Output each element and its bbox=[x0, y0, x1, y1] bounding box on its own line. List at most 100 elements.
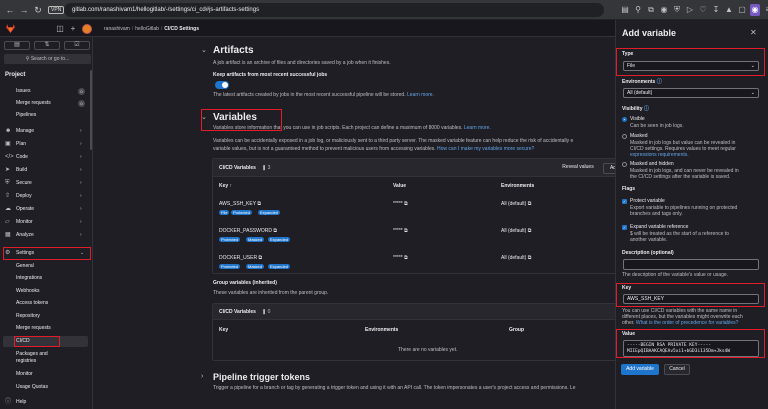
gitlab-logo-icon[interactable] bbox=[5, 23, 16, 34]
sidebar-item-ci-cd[interactable]: CI/CD bbox=[3, 336, 88, 347]
search-input[interactable]: ⚲ Search or go to... bbox=[4, 54, 91, 64]
type-select[interactable]: File ⌄ bbox=[623, 61, 759, 71]
sidebar-item-label: Webhooks bbox=[16, 288, 40, 294]
rocket-icon: ➤ bbox=[5, 167, 11, 173]
copy-icon[interactable]: ⧉ bbox=[258, 255, 262, 261]
variable-key-text: DOCKER_PASSWORD bbox=[219, 228, 272, 234]
help-icon[interactable]: ⓘ bbox=[644, 106, 649, 112]
collapse-artifacts-icon[interactable]: ⌄ bbox=[201, 46, 207, 54]
precedence-link[interactable]: What is the order of precedence for vari… bbox=[636, 320, 739, 326]
copy-icon[interactable]: ⧉ bbox=[528, 228, 532, 234]
issues-shortcut-button[interactable]: ▤ bbox=[4, 41, 30, 50]
reveal-values-button[interactable]: Reveal values bbox=[557, 163, 599, 174]
sidebar-item-pipelines[interactable]: Pipelines bbox=[0, 110, 90, 121]
heart-icon[interactable]: ♡ bbox=[698, 4, 708, 16]
copy-icon[interactable]: ⧉ bbox=[528, 201, 532, 207]
copy-icon[interactable]: ⧉ bbox=[404, 255, 408, 261]
breadcrumb-user[interactable]: ranashivam bbox=[104, 26, 130, 32]
sidebar-item-settings[interactable]: ⚙ Settings ⌄ bbox=[0, 248, 90, 259]
keep-artifacts-toggle[interactable] bbox=[215, 81, 229, 89]
sidebar-item-plan[interactable]: ▣ Plan › bbox=[0, 139, 90, 150]
sidebar-item-general[interactable]: General bbox=[0, 261, 90, 272]
cancel-button[interactable]: Cancel bbox=[664, 364, 690, 375]
sidebar-item-access-tokens[interactable]: Access tokens bbox=[0, 298, 90, 309]
sidebar-item-deploy[interactable]: ⇧ Deploy › bbox=[0, 191, 90, 202]
menu-icon[interactable]: ≡ bbox=[763, 4, 768, 16]
submit-add-variable-button[interactable]: Add variable bbox=[621, 364, 659, 375]
masked-radio[interactable] bbox=[622, 134, 627, 139]
merge-requests-shortcut-button[interactable]: ⇅ bbox=[34, 41, 60, 50]
sidebar-item-monitor-settings[interactable]: Monitor bbox=[0, 369, 90, 380]
todo-shortcut-button[interactable]: ☑ bbox=[64, 41, 90, 50]
sidebar-item-help[interactable]: ⓘ Help bbox=[0, 397, 90, 408]
sidebar-item-monitor[interactable]: ▱ Monitor › bbox=[0, 217, 90, 228]
col-key[interactable]: Key ↑ bbox=[219, 183, 232, 189]
sidebar-item-manage[interactable]: ☻ Manage › bbox=[0, 126, 90, 137]
masked-hidden-radio[interactable] bbox=[622, 162, 627, 167]
learn-more-link[interactable]: Learn more. bbox=[407, 92, 434, 98]
sidebar-scrollbar[interactable] bbox=[90, 70, 92, 150]
reload-icon[interactable]: ↻ bbox=[32, 4, 44, 16]
sidebar-item-usage-quotas[interactable]: Usage Quotas bbox=[0, 382, 90, 393]
expand-variable-label: Expand variable reference bbox=[630, 224, 689, 230]
shield-icon[interactable]: ⛨ bbox=[672, 4, 682, 16]
camera-icon[interactable]: ◉ bbox=[659, 4, 669, 16]
vpn-badge[interactable]: VPN bbox=[48, 6, 65, 14]
chevron-right-icon: › bbox=[80, 167, 82, 173]
copy-icon[interactable]: ⧉ bbox=[404, 201, 408, 207]
cube-icon[interactable]: ▢ bbox=[737, 4, 747, 16]
share-icon[interactable]: ⧉ bbox=[646, 4, 656, 16]
sidebar-item-merge-requests[interactable]: Merge requests 0 bbox=[0, 98, 90, 109]
environments-select[interactable]: All (default) ⌄ bbox=[623, 88, 759, 98]
description-input[interactable] bbox=[623, 259, 759, 270]
play-icon[interactable]: ▷ bbox=[685, 4, 695, 16]
sidebar-item-integrations[interactable]: Integrations bbox=[0, 273, 90, 284]
key-input[interactable]: AWS_SSH_KEY bbox=[623, 294, 759, 304]
sidebar-item-secure[interactable]: ⛨ Secure › bbox=[0, 178, 90, 189]
add-variable-button[interactable]: Ad bbox=[603, 163, 615, 174]
extension-active-icon[interactable]: ◉ bbox=[750, 4, 760, 16]
masked-desc-line3[interactable]: expressions requirements. bbox=[630, 152, 689, 158]
sidebar-item-packages[interactable]: Packages and registries bbox=[0, 349, 90, 367]
close-icon[interactable]: ✕ bbox=[750, 28, 757, 37]
learn-more-link[interactable]: Learn more. bbox=[464, 125, 491, 131]
breadcrumb-project[interactable]: helloGitlab bbox=[135, 26, 159, 32]
sidebar-item-analyze[interactable]: ▦ Analyze › bbox=[0, 230, 90, 241]
copy-icon[interactable]: ⧉ bbox=[404, 228, 408, 234]
secure-variables-link[interactable]: How can I make my variables more secure? bbox=[437, 146, 534, 152]
sidebar-item-merge-requests-settings[interactable]: Merge requests bbox=[0, 323, 90, 334]
sidebar-item-issues[interactable]: Issues 0 bbox=[0, 86, 90, 97]
value-textarea[interactable]: -----BEGIN RSA PRIVATE KEY----- MIIEpQIBA… bbox=[623, 340, 759, 357]
group-variable-count: ❚ 0 bbox=[262, 309, 270, 315]
create-new-icon[interactable]: + bbox=[68, 24, 78, 34]
sidebar-item-webhooks[interactable]: Webhooks bbox=[0, 286, 90, 297]
help-icon[interactable]: ⓘ bbox=[657, 79, 662, 85]
copy-icon[interactable]: ⧉ bbox=[528, 255, 532, 261]
download-icon[interactable]: ↧ bbox=[711, 4, 721, 16]
avatar[interactable] bbox=[82, 24, 92, 34]
sidebar-item-operate[interactable]: ☁ Operate › bbox=[0, 204, 90, 215]
sidebar-item-label: Repository bbox=[16, 313, 40, 319]
expand-pipeline-tokens-icon[interactable]: › bbox=[201, 373, 203, 380]
visible-radio[interactable] bbox=[622, 117, 627, 122]
back-icon[interactable]: ← bbox=[4, 4, 16, 16]
variable-value: ***** ⧉ bbox=[393, 255, 408, 261]
col-group: Group bbox=[509, 327, 524, 333]
sidebar-item-build[interactable]: ➤ Build › bbox=[0, 165, 90, 176]
bell-icon[interactable]: ▲ bbox=[724, 4, 734, 16]
forward-icon[interactable]: → bbox=[18, 4, 30, 16]
chevron-down-icon: ⌄ bbox=[750, 63, 755, 69]
variables-desc-text: Variables store information that you can… bbox=[213, 125, 463, 131]
sidebar-item-repository[interactable]: Repository bbox=[0, 311, 90, 322]
sidebar-toggle-icon[interactable]: ◫ bbox=[55, 24, 65, 34]
copy-icon[interactable]: ⧉ bbox=[273, 228, 277, 234]
copy-icon[interactable]: ⧉ bbox=[257, 201, 261, 207]
plan-icon: ▣ bbox=[5, 141, 11, 147]
zoom-icon[interactable]: ⚲ bbox=[633, 4, 643, 16]
collapse-variables-icon[interactable]: ⌄ bbox=[201, 113, 207, 121]
expand-variable-checkbox[interactable]: ✓ bbox=[622, 225, 627, 230]
reader-icon[interactable]: ▤ bbox=[620, 4, 630, 16]
address-bar[interactable]: gitlab.com/ranashivam1/hellogitlab/-/set… bbox=[64, 3, 604, 17]
sidebar-item-code[interactable]: </> Code › bbox=[0, 152, 90, 163]
protect-variable-checkbox[interactable]: ✓ bbox=[622, 199, 627, 204]
